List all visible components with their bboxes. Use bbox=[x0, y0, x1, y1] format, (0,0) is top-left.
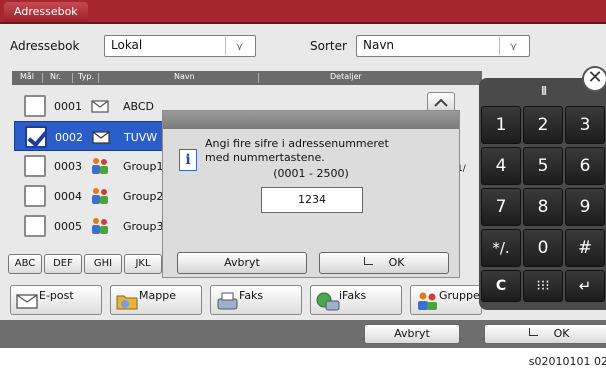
enter-icon bbox=[528, 328, 538, 336]
ok-label: OK bbox=[553, 327, 570, 340]
filter-def-button[interactable]: DEF bbox=[44, 254, 82, 274]
row-name: TUVW bbox=[124, 131, 158, 144]
numeric-keypad: III 1 2 3 4 5 6 7 8 9 */. 0 # C ⁝⁝⁝ ↵ bbox=[479, 78, 606, 310]
folder-icon bbox=[116, 295, 138, 310]
column-header-target: Mål bbox=[20, 72, 35, 81]
column-header-name: Navn bbox=[174, 72, 195, 81]
sort-value: Navn bbox=[363, 38, 395, 52]
row-checkbox[interactable] bbox=[24, 95, 46, 117]
addressbook-value: Lokal bbox=[111, 38, 143, 52]
key-7[interactable]: 7 bbox=[481, 188, 521, 226]
fax-icon bbox=[217, 292, 238, 310]
address-number-input[interactable]: 1234 bbox=[261, 187, 363, 213]
email-icon bbox=[92, 131, 110, 144]
chevron-down-icon: ⋎ bbox=[499, 37, 527, 55]
dialog-title-bar bbox=[163, 111, 459, 129]
key-8[interactable]: 8 bbox=[523, 188, 563, 226]
filter-ghi-button[interactable]: GHI bbox=[84, 254, 122, 274]
close-icon[interactable]: ✕ bbox=[582, 66, 606, 92]
destination-email-button[interactable]: E-post bbox=[10, 285, 102, 315]
destination-label: iFaks bbox=[339, 289, 367, 302]
row-number: 0004 bbox=[54, 190, 82, 203]
list-header: Mål Nr. Typ. Navn Detaljer bbox=[12, 71, 482, 85]
row-checkbox[interactable] bbox=[25, 126, 47, 148]
sort-select[interactable]: Navn ⋎ bbox=[356, 35, 530, 57]
number-entry-dialog: i Angi fire sifre i adressenummeret med … bbox=[162, 110, 460, 278]
title-bar: Adressebok bbox=[0, 0, 606, 24]
group-icon bbox=[92, 218, 108, 234]
key-5[interactable]: 5 bbox=[523, 147, 563, 185]
destination-group-button[interactable]: Gruppe bbox=[410, 285, 482, 315]
key-star-period[interactable]: */. bbox=[481, 229, 521, 267]
destination-fax-button[interactable]: Faks bbox=[210, 285, 302, 315]
filter-jkl-button[interactable]: JKL bbox=[124, 254, 162, 274]
key-1[interactable]: 1 bbox=[481, 106, 521, 144]
row-name: Group3 bbox=[123, 220, 164, 233]
row-number: 0003 bbox=[54, 160, 82, 173]
row-number: 0002 bbox=[55, 131, 83, 144]
column-header-type: Typ. bbox=[78, 72, 94, 81]
row-name: Group2 bbox=[123, 190, 164, 203]
ok-button[interactable]: OK bbox=[484, 324, 606, 344]
dialog-cancel-button[interactable]: Avbryt bbox=[177, 252, 307, 274]
email-icon bbox=[16, 294, 38, 309]
row-checkbox[interactable] bbox=[24, 155, 46, 177]
key-clear[interactable]: C bbox=[481, 270, 521, 302]
group-icon bbox=[418, 292, 437, 310]
destination-folder-button[interactable]: Mappe bbox=[110, 285, 202, 315]
dialog-ok-button[interactable]: OK bbox=[319, 252, 449, 274]
key-hash[interactable]: # bbox=[565, 229, 605, 267]
key-4[interactable]: 4 bbox=[481, 147, 521, 185]
keypad-drag-handle[interactable]: III bbox=[507, 84, 579, 104]
row-checkbox[interactable] bbox=[24, 185, 46, 207]
figure-caption: s02010101 02 bbox=[528, 355, 606, 368]
addressbook-label: Adressebok bbox=[10, 39, 80, 53]
group-icon bbox=[92, 188, 108, 204]
sort-label: Sorter bbox=[310, 39, 347, 53]
key-2[interactable]: 2 bbox=[523, 106, 563, 144]
destination-ifax-button[interactable]: iFaks bbox=[310, 285, 402, 315]
column-header-details: Detaljer bbox=[330, 72, 362, 81]
cancel-button[interactable]: Avbryt bbox=[364, 324, 460, 344]
key-6[interactable]: 6 bbox=[565, 147, 605, 185]
email-icon bbox=[91, 100, 109, 113]
filter-abc-button[interactable]: ABC bbox=[8, 254, 42, 274]
enter-icon bbox=[363, 257, 373, 265]
destination-label: Mappe bbox=[139, 289, 176, 302]
destination-label: Gruppe bbox=[439, 289, 480, 302]
number-range: (0001 - 2500) bbox=[273, 167, 349, 180]
column-header-number: Nr. bbox=[50, 72, 62, 81]
row-name: ABCD bbox=[123, 100, 155, 113]
row-number: 0005 bbox=[54, 220, 82, 233]
chevron-down-icon: ⋎ bbox=[225, 37, 253, 55]
screen-title: Adressebok bbox=[4, 2, 88, 22]
addressbook-screen: Adressebok Adressebok Lokal ⋎ Sorter Nav… bbox=[0, 0, 606, 348]
key-0[interactable]: 0 bbox=[523, 229, 563, 267]
destination-label: E-post bbox=[39, 289, 74, 302]
ifax-icon bbox=[316, 292, 340, 311]
row-name: Group1 bbox=[123, 160, 164, 173]
dialog-ok-label: OK bbox=[388, 256, 405, 269]
addressbook-select[interactable]: Lokal ⋎ bbox=[104, 35, 256, 57]
key-3[interactable]: 3 bbox=[565, 106, 605, 144]
destination-label: Faks bbox=[239, 289, 264, 302]
key-9[interactable]: 9 bbox=[565, 188, 605, 226]
group-icon bbox=[92, 158, 108, 174]
keypad-grid-icon[interactable]: ⁝⁝⁝ bbox=[523, 270, 563, 302]
bottom-bar: Avbryt OK bbox=[0, 320, 606, 348]
key-enter[interactable]: ↵ bbox=[565, 270, 605, 302]
dialog-message: Angi fire sifre i adressenummeret med nu… bbox=[205, 137, 389, 164]
row-number: 0001 bbox=[54, 100, 82, 113]
row-checkbox[interactable] bbox=[24, 215, 46, 237]
